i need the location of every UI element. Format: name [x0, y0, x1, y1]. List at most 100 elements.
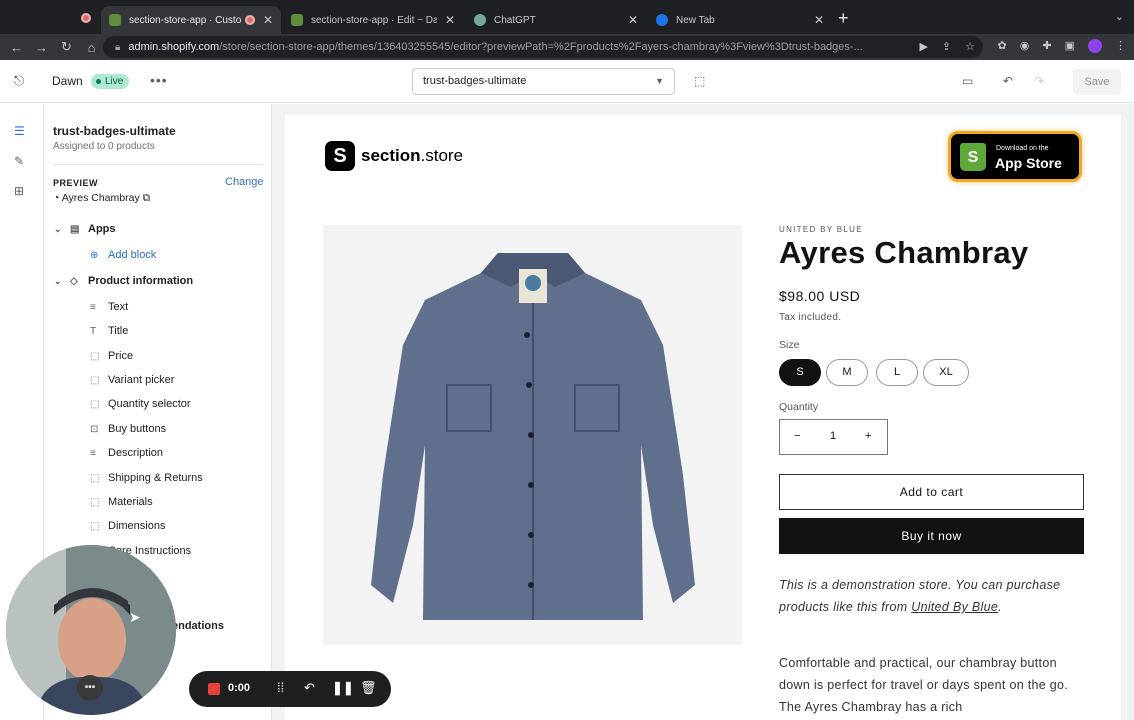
- theme-settings-brush-icon[interactable]: ✎: [14, 154, 24, 168]
- block-icon: ⬚: [90, 496, 100, 508]
- size-option-xl[interactable]: XL: [923, 359, 969, 386]
- chevron-down-icon[interactable]: ⌄: [54, 224, 70, 235]
- section-apps[interactable]: ⌄ ▤ Apps: [44, 219, 271, 239]
- size-option-l[interactable]: L: [876, 359, 918, 386]
- tab-chatgpt[interactable]: ChatGPT ✕: [466, 6, 646, 34]
- preview-label: PREVIEW: [53, 178, 99, 188]
- quantity-value[interactable]: 1: [830, 430, 836, 442]
- tab-new-tab[interactable]: New Tab ✕: [648, 6, 832, 34]
- drag-handle-icon[interactable]: ⁞⁞: [277, 680, 284, 695]
- address-bar[interactable]: 🔒︎ admin.shopify.com/store/section-store…: [103, 36, 983, 58]
- reload-icon[interactable]: ↻: [54, 39, 79, 55]
- template-selector[interactable]: trust-badges-ultimate ▼: [412, 68, 675, 95]
- block-materials[interactable]: ⬚ Materials: [44, 492, 271, 512]
- size-option-s[interactable]: S: [779, 359, 821, 386]
- product-price: $98.00 USD: [779, 288, 861, 304]
- block-quantity-selector[interactable]: ⬚ Quantity selector: [44, 394, 271, 414]
- section-recommendations[interactable]: endations: [172, 616, 271, 636]
- camera-options-button[interactable]: •••: [77, 675, 103, 701]
- shopify-bag-icon: S: [960, 143, 986, 171]
- exit-icon[interactable]: ⎋: [14, 73, 24, 89]
- block-shipping-returns[interactable]: ⬚ Shipping & Returns: [44, 468, 271, 488]
- block-description[interactable]: ≡ Description: [44, 443, 271, 463]
- chevron-down-icon[interactable]: ⌄: [54, 276, 70, 287]
- shopify-favicon-icon: [291, 14, 303, 26]
- add-block-button[interactable]: ⊕ Add block: [44, 245, 271, 265]
- browser-menu-icon[interactable]: ⋮: [1115, 39, 1126, 53]
- title-icon: T: [90, 325, 97, 337]
- tab-search-chevron-icon[interactable]: ⌄: [1115, 10, 1124, 23]
- block-icon: ⬚: [90, 520, 100, 532]
- pause-icon[interactable]: ❚❚: [332, 680, 354, 696]
- save-button[interactable]: Save: [1073, 69, 1121, 95]
- home-icon[interactable]: ⌂: [79, 40, 104, 55]
- add-to-cart-button[interactable]: Add to cart: [779, 474, 1084, 510]
- close-tab-icon[interactable]: ✕: [814, 13, 824, 27]
- video-camera-icon[interactable]: ▶: [919, 40, 927, 53]
- change-preview-link[interactable]: Change: [225, 176, 264, 188]
- new-tab-favicon-icon: [656, 14, 668, 26]
- block-variant-picker[interactable]: ⬚ Variant picker: [44, 370, 271, 390]
- product-title: Ayres Chambray: [779, 235, 1029, 270]
- sections-icon[interactable]: ☰: [14, 124, 25, 138]
- device-preview-icon[interactable]: ▭: [962, 74, 973, 88]
- block-buy-buttons[interactable]: ⊡ Buy buttons: [44, 419, 271, 439]
- template-title: trust-badges-ultimate: [53, 124, 176, 138]
- inspector-icon[interactable]: ⬚: [694, 74, 705, 88]
- live-status-badge: Live: [91, 74, 130, 89]
- chambray-shirt-image: [323, 225, 742, 645]
- quantity-decrease-button[interactable]: −: [794, 430, 800, 442]
- size-option-m[interactable]: M: [826, 359, 868, 386]
- forward-arrow-icon[interactable]: →: [29, 40, 54, 55]
- apps-section-icon: ▤: [70, 223, 80, 235]
- close-tab-icon[interactable]: ✕: [628, 13, 638, 27]
- block-price[interactable]: ⬚ Price: [44, 346, 271, 366]
- share-icon[interactable]: ⇪: [942, 40, 951, 53]
- block-title[interactable]: T Title: [44, 321, 271, 341]
- quantity-label: Quantity: [779, 401, 819, 413]
- recording-timer: 0:00: [228, 682, 251, 694]
- app-store-badge[interactable]: S Download on the App Store: [948, 131, 1082, 182]
- stop-recording-button[interactable]: [208, 683, 220, 695]
- mouse-cursor-icon: ➤: [129, 609, 141, 625]
- united-by-blue-link[interactable]: United By Blue: [911, 600, 998, 614]
- recording-indicator-icon: [81, 13, 91, 23]
- trash-icon[interactable]: 🗑︎: [360, 680, 377, 696]
- extension-2-icon[interactable]: ◉: [1020, 39, 1030, 53]
- new-tab-button[interactable]: +: [838, 8, 849, 28]
- app-embeds-icon[interactable]: ⊞: [14, 184, 24, 198]
- redo-icon[interactable]: ↷: [1034, 74, 1044, 88]
- section-product-information[interactable]: ⌄ ◇ Product information: [44, 271, 271, 291]
- buy-it-now-button[interactable]: Buy it now: [779, 518, 1084, 554]
- preview-canvas: S section.store S Download on the App St…: [272, 104, 1134, 720]
- preview-product[interactable]: ◔ Ayres Chambray ⧉: [53, 192, 150, 205]
- bookmark-star-icon[interactable]: ☆: [965, 40, 975, 53]
- close-tab-icon[interactable]: ✕: [263, 13, 273, 27]
- external-link-icon: ⧉: [139, 192, 151, 204]
- restart-icon[interactable]: ↶: [304, 680, 315, 696]
- quantity-increase-button[interactable]: +: [865, 430, 871, 442]
- store-logo[interactable]: S section.store: [325, 141, 463, 171]
- puzzle-icon[interactable]: ✚: [1042, 39, 1051, 53]
- back-arrow-icon[interactable]: ←: [4, 40, 29, 55]
- undo-icon[interactable]: ↶: [1003, 74, 1013, 88]
- tab-section-store-edit[interactable]: section-store-app · Edit ~ Daw ✕: [283, 6, 463, 34]
- product-image[interactable]: [323, 225, 742, 645]
- block-icon: ⬚: [90, 472, 100, 484]
- recording-icon: [244, 15, 255, 25]
- text-lines-icon: ≡: [90, 301, 96, 313]
- profile-avatar[interactable]: [1088, 39, 1102, 53]
- close-tab-icon[interactable]: ✕: [445, 13, 455, 27]
- block-text[interactable]: ≡ Text: [44, 297, 271, 317]
- extension-icon[interactable]: ✿: [998, 39, 1007, 53]
- logo-mark: S: [325, 141, 355, 171]
- chatgpt-favicon-icon: [474, 14, 486, 26]
- block-icon: ⬚: [90, 350, 100, 362]
- text-lines-icon: ≡: [90, 447, 96, 459]
- block-dimensions[interactable]: ⬚ Dimensions: [44, 516, 271, 536]
- quantity-stepper: − 1 +: [779, 419, 888, 455]
- more-actions-icon[interactable]: •••: [150, 72, 168, 88]
- tab-section-store-customize[interactable]: section-store-app · Custom ✕: [101, 6, 281, 34]
- chevron-down-icon: ▼: [655, 76, 664, 86]
- sidepanel-icon[interactable]: ▣: [1065, 39, 1075, 53]
